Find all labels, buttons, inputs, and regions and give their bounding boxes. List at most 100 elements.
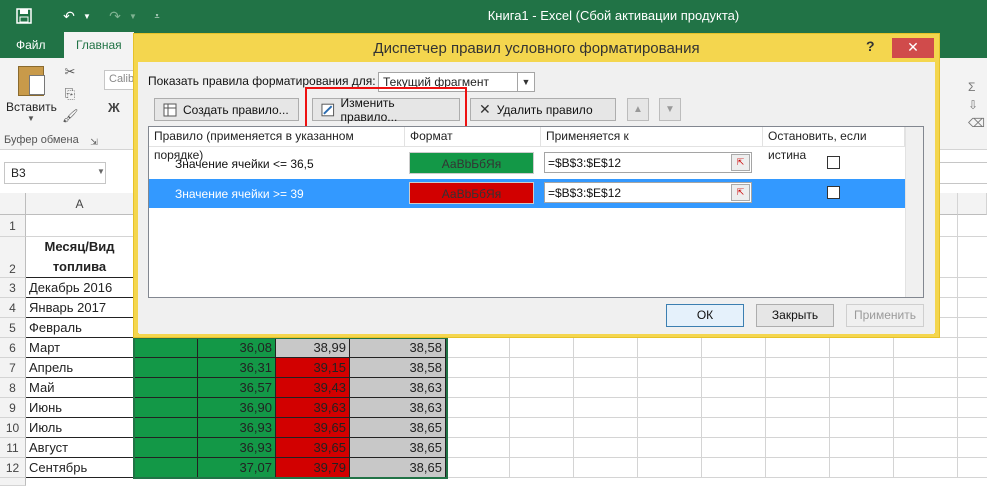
empty-cell[interactable]: [958, 237, 987, 278]
row-header[interactable]: 11: [0, 438, 26, 458]
row-header[interactable]: 2: [0, 237, 26, 278]
close-icon[interactable]: ✕: [892, 38, 934, 58]
empty-cell[interactable]: [510, 418, 574, 438]
empty-cell[interactable]: [446, 418, 510, 438]
tab-file[interactable]: Файл: [4, 32, 58, 58]
empty-cell[interactable]: [766, 398, 830, 418]
rule-row[interactable]: Значение ячейки >= 39 АаВbБбЯя =$B$3:$E$…: [149, 179, 905, 208]
empty-cell[interactable]: [638, 398, 702, 418]
empty-cell[interactable]: [510, 398, 574, 418]
ok-button[interactable]: ОК: [666, 304, 744, 327]
empty-cell[interactable]: [894, 398, 958, 418]
cell-a[interactable]: Сентябрь: [26, 458, 134, 478]
empty-cell[interactable]: [894, 418, 958, 438]
empty-cell[interactable]: [510, 338, 574, 358]
empty-cell[interactable]: [766, 378, 830, 398]
empty-cell[interactable]: [894, 358, 958, 378]
apply-button[interactable]: Применить: [846, 304, 924, 327]
empty-cell[interactable]: [830, 418, 894, 438]
delete-rule-button[interactable]: ✕ Удалить правило: [470, 98, 616, 121]
empty-cell[interactable]: [894, 458, 958, 478]
stop-if-true-checkbox[interactable]: [827, 156, 840, 169]
row-header[interactable]: 9: [0, 398, 26, 418]
empty-cell[interactable]: [958, 338, 987, 358]
stop-if-true-checkbox[interactable]: [827, 186, 840, 199]
empty-cell[interactable]: [766, 358, 830, 378]
bold-icon[interactable]: Ж: [108, 100, 120, 115]
cell-a[interactable]: Май: [26, 378, 134, 398]
empty-cell[interactable]: [702, 458, 766, 478]
close-button[interactable]: Закрыть: [756, 304, 834, 327]
empty-cell[interactable]: [830, 378, 894, 398]
empty-cell[interactable]: [638, 378, 702, 398]
empty-cell[interactable]: [638, 438, 702, 458]
empty-cell[interactable]: [510, 438, 574, 458]
empty-cell[interactable]: [958, 318, 987, 338]
paste-button[interactable]: Вставить ▼: [6, 64, 57, 130]
row-header[interactable]: 3: [0, 278, 26, 298]
row-header[interactable]: 1: [0, 215, 26, 237]
fill-icon[interactable]: ⇩: [968, 98, 984, 114]
clear-icon[interactable]: ⌫: [968, 116, 985, 132]
empty-cell[interactable]: [638, 418, 702, 438]
row-header[interactable]: 4: [0, 298, 26, 318]
cell-a[interactable]: Июнь: [26, 398, 134, 418]
empty-cell[interactable]: [574, 398, 638, 418]
empty-cell[interactable]: [830, 398, 894, 418]
empty-cell[interactable]: [702, 398, 766, 418]
select-all-corner[interactable]: [0, 193, 26, 215]
help-icon[interactable]: ?: [866, 38, 875, 54]
new-rule-button[interactable]: Создать правило...: [154, 98, 299, 121]
empty-cell[interactable]: [446, 398, 510, 418]
row-header[interactable]: 8: [0, 378, 26, 398]
move-up-button[interactable]: ▲: [627, 98, 649, 121]
cell-a[interactable]: Июль: [26, 418, 134, 438]
table-scrollbar[interactable]: [905, 127, 923, 297]
empty-cell[interactable]: [638, 358, 702, 378]
applies-to-field[interactable]: =$B$3:$E$12 ⇱: [544, 182, 752, 203]
row-header[interactable]: 5: [0, 318, 26, 338]
row-header[interactable]: 6: [0, 338, 26, 358]
chevron-down-icon[interactable]: ▼: [517, 73, 534, 91]
cell-a[interactable]: Декабрь 2016: [26, 278, 134, 298]
clipboard-launcher-icon[interactable]: ⇲: [86, 134, 102, 150]
empty-cell[interactable]: [958, 278, 987, 298]
empty-cell[interactable]: [958, 418, 987, 438]
empty-cell[interactable]: [958, 215, 987, 237]
range-select-icon[interactable]: ⇱: [731, 184, 750, 201]
move-down-button[interactable]: ▼: [659, 98, 681, 121]
cell-a[interactable]: Январь 2017: [26, 298, 134, 318]
empty-cell[interactable]: [446, 458, 510, 478]
empty-cell[interactable]: [510, 358, 574, 378]
empty-cell[interactable]: [830, 358, 894, 378]
empty-cell[interactable]: [638, 458, 702, 478]
column-header-a[interactable]: A: [26, 193, 134, 215]
empty-cell[interactable]: [766, 418, 830, 438]
empty-cell[interactable]: [894, 438, 958, 458]
empty-cell[interactable]: [446, 338, 510, 358]
empty-cell[interactable]: [510, 378, 574, 398]
rule-row[interactable]: Значение ячейки <= 36,5 АаВbБбЯя =$B$3:$…: [149, 149, 905, 178]
cut-icon[interactable]: ✂: [62, 64, 78, 80]
empty-cell[interactable]: [574, 378, 638, 398]
empty-cell[interactable]: [830, 338, 894, 358]
empty-cell[interactable]: [446, 358, 510, 378]
empty-cell[interactable]: [702, 358, 766, 378]
cell-a[interactable]: Апрель: [26, 358, 134, 378]
cell-a[interactable]: [26, 215, 134, 237]
row-header[interactable]: [0, 478, 26, 486]
empty-cell[interactable]: [574, 458, 638, 478]
empty-cell[interactable]: [766, 458, 830, 478]
tab-home[interactable]: Главная: [64, 32, 134, 58]
cell-a[interactable]: Месяц/Вид топлива: [26, 237, 134, 278]
empty-cell[interactable]: [766, 338, 830, 358]
row-header[interactable]: 7: [0, 358, 26, 378]
empty-cell[interactable]: [574, 338, 638, 358]
empty-cell[interactable]: [702, 418, 766, 438]
column-header-n[interactable]: [958, 193, 987, 215]
empty-cell[interactable]: [702, 378, 766, 398]
empty-cell[interactable]: [958, 298, 987, 318]
empty-cell[interactable]: [894, 378, 958, 398]
row-header[interactable]: 10: [0, 418, 26, 438]
copy-icon[interactable]: ⎘: [62, 86, 78, 102]
